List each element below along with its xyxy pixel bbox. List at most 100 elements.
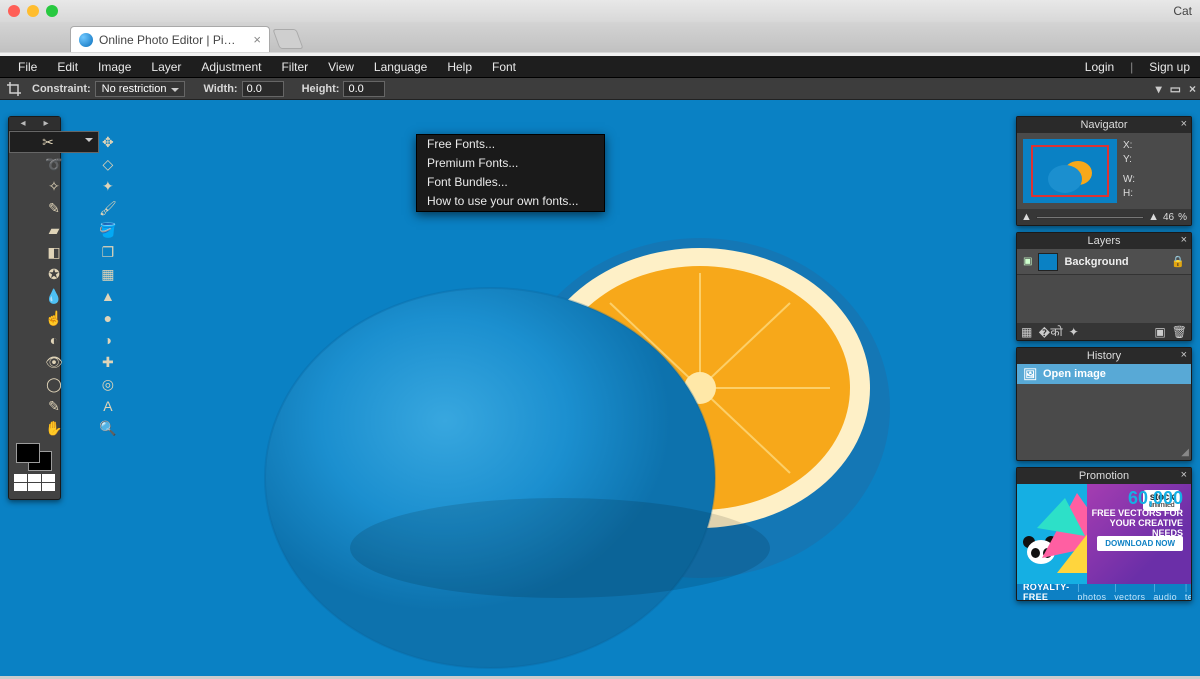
tool-redeye[interactable]: 👁 (9, 351, 99, 373)
tool-type[interactable]: A (99, 395, 117, 417)
panel-close-icon[interactable]: × (1181, 234, 1187, 246)
browser-tab[interactable]: Online Photo Editor | Pixlr Edi… × (70, 26, 270, 52)
menu-font[interactable]: Font (482, 56, 526, 78)
layer-lock-icon[interactable]: 🔒 (1171, 255, 1185, 268)
pixlr-app: File Edit Image Layer Adjustment Filter … (0, 56, 1200, 676)
layer-mask-icon[interactable]: �को (1038, 323, 1062, 340)
favicon-icon (79, 33, 93, 47)
menu-edit[interactable]: Edit (47, 56, 88, 78)
tool-hand[interactable]: ✋ (9, 417, 99, 439)
height-input[interactable]: 0.0 (343, 81, 385, 97)
traffic-light-zoom-icon[interactable] (46, 5, 58, 17)
layers-panel[interactable]: Layers× ▣ Background 🔒 ▦ �को ✦ ▣ 🗑 (1016, 232, 1192, 341)
foreground-swatch[interactable] (16, 443, 40, 463)
tool-clone[interactable]: ❐ (99, 241, 117, 263)
layer-new-icon[interactable]: ▦ (1021, 325, 1032, 339)
tool-lasso-poly[interactable]: ◇ (99, 153, 117, 175)
new-tab-button[interactable] (272, 29, 303, 49)
tool-move[interactable]: ✥ (99, 131, 117, 153)
menu-image[interactable]: Image (88, 56, 141, 78)
tool-eraser[interactable]: ▰ (9, 219, 99, 241)
color-swatches (9, 439, 60, 493)
layer-fx-icon[interactable]: ✦ (1069, 325, 1079, 339)
tool-picker[interactable]: ✎ (9, 395, 99, 417)
menu-filter[interactable]: Filter (271, 56, 318, 78)
tool-smudge[interactable]: ☝ (9, 307, 99, 329)
promo-headline-number: 60,000 (1128, 488, 1183, 509)
opt-close-icon[interactable]: × (1189, 82, 1196, 96)
zoom-in-icon[interactable]: ▲ (1148, 211, 1159, 223)
promotion-ad[interactable]: stockunlimited 60,000 FREE VECTORS FORYO… (1017, 484, 1191, 584)
menu-language[interactable]: Language (364, 56, 437, 78)
constraint-select[interactable]: No restriction (95, 81, 186, 97)
history-panel[interactable]: History× 🖼 Open image ◢ (1016, 347, 1192, 461)
opt-min-icon[interactable]: ▾ (1156, 82, 1162, 96)
traffic-light-close-icon[interactable] (8, 5, 20, 17)
zoom-out-icon[interactable]: ▲ (1021, 211, 1032, 223)
width-input[interactable]: 0.0 (242, 81, 284, 97)
promotion-footer[interactable]: ROYALTY-FREE photos vectors audio templa… (1017, 584, 1191, 600)
height-label: Height: (302, 83, 340, 95)
login-link[interactable]: Login (1075, 56, 1124, 78)
menu-file[interactable]: File (8, 56, 47, 78)
tool-wand[interactable]: ✧ (9, 175, 99, 197)
layer-row[interactable]: ▣ Background 🔒 (1017, 249, 1191, 275)
panel-close-icon[interactable]: × (1181, 349, 1187, 361)
chrome-profile-label[interactable]: Cat (1173, 4, 1192, 18)
history-open-icon: 🖼 (1023, 368, 1037, 381)
panel-close-icon[interactable]: × (1181, 118, 1187, 130)
tool-palette-header[interactable]: ◂ ▸ (9, 117, 60, 131)
layer-dup-icon[interactable]: ▣ (1154, 325, 1165, 339)
font-menu-bundles[interactable]: Font Bundles... (417, 173, 604, 192)
tool-brush[interactable]: 🖌 (99, 197, 117, 219)
font-menu-free[interactable]: Free Fonts... (417, 135, 604, 154)
promo-cta-button[interactable]: DOWNLOAD NOW (1097, 536, 1183, 551)
tool-spot-heal[interactable]: ✚ (99, 351, 117, 373)
chrome-tabstrip: Online Photo Editor | Pixlr Edi… × (0, 22, 1200, 52)
navigator-viewport[interactable] (1031, 145, 1109, 197)
tool-stamp[interactable]: ✪ (9, 263, 99, 285)
font-menu-howto[interactable]: How to use your own fonts... (417, 192, 604, 211)
macos-title-bar: Cat (0, 0, 1200, 22)
navigator-thumbnail[interactable] (1023, 139, 1117, 203)
tool-options-bar: Constraint: No restriction Width: 0.0 He… (0, 78, 1200, 100)
menu-help[interactable]: Help (437, 56, 482, 78)
history-row[interactable]: 🖼 Open image (1017, 364, 1191, 384)
menu-adjustment[interactable]: Adjustment (191, 56, 271, 78)
history-label: Open image (1043, 368, 1106, 380)
tool-palette[interactable]: ◂ ▸ ✂✥➰◇✧✦✎🖌▰🪣◧❐✪▦💧▲☝●◐◑👁✚◯◎✎A✋🔍 (8, 116, 61, 500)
panel-resize-icon[interactable]: ◢ (1181, 447, 1189, 458)
tool-sharpen[interactable]: ▲ (99, 285, 117, 307)
layer-visibility-icon[interactable]: ▣ (1023, 256, 1032, 267)
tool-lasso[interactable]: ➰ (9, 153, 99, 175)
tool-blur[interactable]: 💧 (9, 285, 99, 307)
tool-burn[interactable]: ◑ (99, 329, 117, 351)
palette-prev-icon[interactable]: ◂ (20, 118, 25, 129)
tool-crop[interactable]: ✂ (9, 131, 99, 153)
tool-dodge[interactable]: ◐ (9, 329, 99, 351)
panel-close-icon[interactable]: × (1181, 469, 1187, 481)
navigator-panel[interactable]: Navigator× X: Y: W: H: ▲ ▲ 46 (1016, 116, 1192, 226)
tool-gradient[interactable]: ◧ (9, 241, 99, 263)
menu-view[interactable]: View (318, 56, 364, 78)
tool-pencil[interactable]: ✎ (9, 197, 99, 219)
opt-restore-icon[interactable]: ▭ (1170, 82, 1181, 96)
swatch-presets[interactable] (14, 474, 55, 491)
menu-layer[interactable]: Layer (141, 56, 191, 78)
font-menu-premium[interactable]: Premium Fonts... (417, 154, 604, 173)
tool-sponge[interactable]: ● (99, 307, 117, 329)
tool-bloat[interactable]: ◯ (9, 373, 99, 395)
traffic-light-minimize-icon[interactable] (27, 5, 39, 17)
tool-wand2[interactable]: ✦ (99, 175, 117, 197)
zoom-slider[interactable] (1036, 216, 1144, 219)
crop-tool-icon (6, 81, 22, 97)
layer-trash-icon[interactable]: 🗑 (1172, 325, 1187, 339)
tab-close-icon[interactable]: × (253, 32, 261, 47)
palette-next-icon[interactable]: ▸ (44, 118, 49, 129)
tool-zoom[interactable]: 🔍 (99, 417, 117, 439)
tool-pinch[interactable]: ◎ (99, 373, 117, 395)
tool-paint-bucket[interactable]: 🪣 (99, 219, 117, 241)
signup-link[interactable]: Sign up (1139, 56, 1192, 78)
promotion-title: Promotion (1079, 470, 1129, 482)
tool-pattern[interactable]: ▦ (99, 263, 117, 285)
